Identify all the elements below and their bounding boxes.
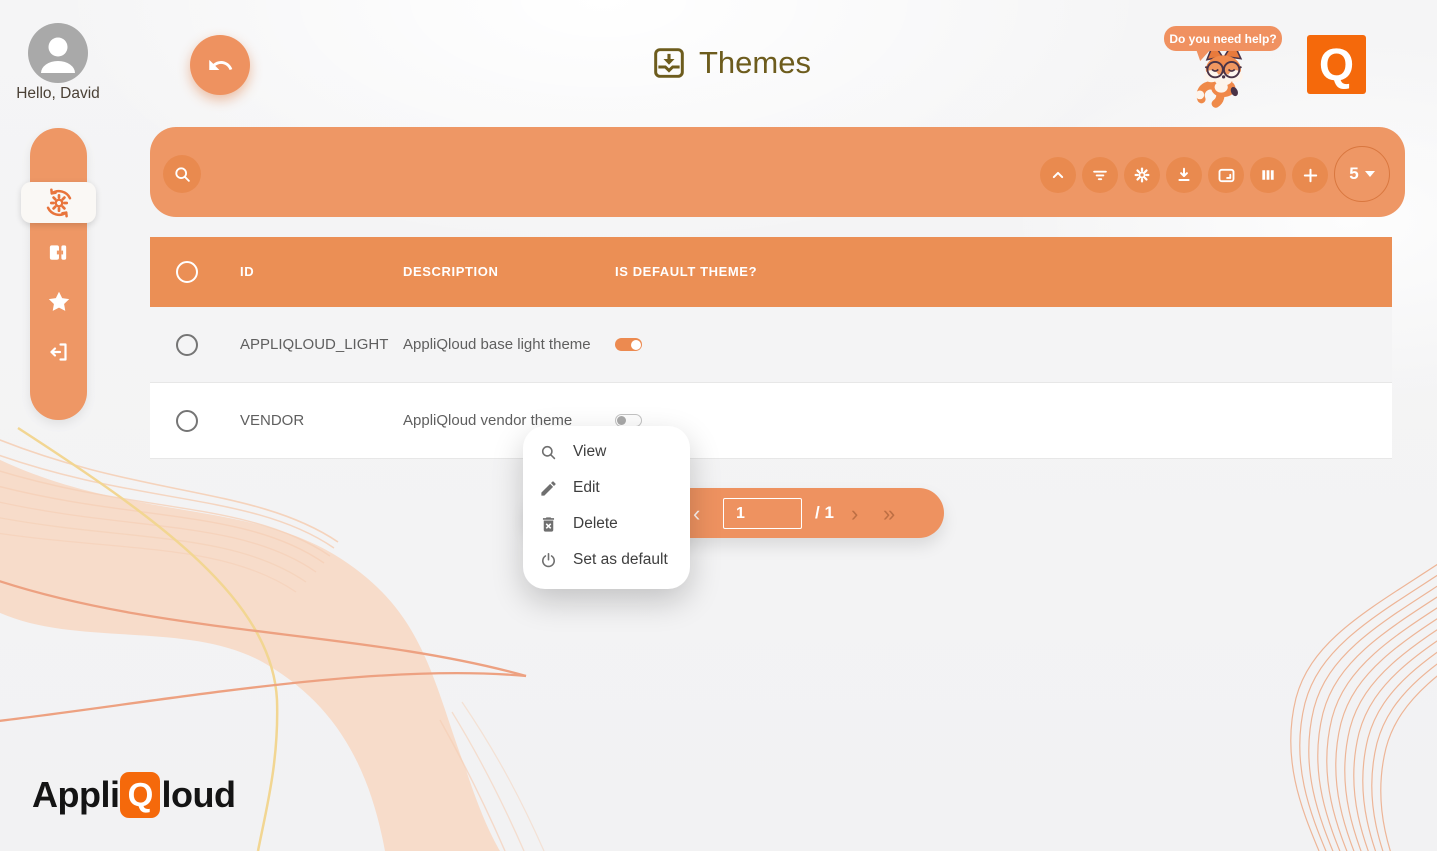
undo-icon — [207, 52, 234, 79]
logo-q-badge: Q — [120, 772, 160, 818]
settings-button[interactable] — [1124, 157, 1160, 193]
row-id: VENDOR — [240, 383, 304, 459]
menu-item-label: Delete — [573, 515, 618, 533]
brand-q-logo: Q — [1307, 35, 1366, 94]
page-number-input[interactable] — [723, 498, 802, 529]
chevron-up-icon — [1048, 165, 1068, 185]
page-title-text: Themes — [699, 45, 811, 81]
is-default-toggle-on[interactable] — [615, 338, 642, 351]
trash-icon — [539, 515, 558, 534]
search-button[interactable] — [163, 155, 201, 193]
appliqloud-logo: Appli Q loud — [32, 772, 235, 818]
star-icon — [46, 289, 72, 315]
menu-item-label: View — [573, 443, 606, 461]
page-title: Themes — [652, 45, 811, 81]
search-icon — [539, 443, 558, 462]
download-icon — [1174, 165, 1194, 185]
menu-item-edit[interactable]: Edit — [523, 470, 690, 506]
row-context-menu: View Edit Delete Set as default — [523, 426, 690, 589]
columns-icon — [1258, 165, 1278, 185]
menu-item-label: Edit — [573, 479, 600, 497]
search-icon — [172, 164, 193, 185]
menu-item-set-default[interactable]: Set as default — [523, 542, 690, 578]
table-row[interactable]: APPLIQLOUD_LIGHT AppliQloud base light t… — [150, 307, 1392, 383]
select-all-radio[interactable] — [176, 261, 198, 283]
next-page-icon[interactable]: › — [851, 488, 858, 538]
brand-q-letter: Q — [1319, 39, 1354, 91]
table-toolbar: 5 — [150, 127, 1405, 217]
collapse-button[interactable] — [1040, 157, 1076, 193]
column-header-is-default: IS DEFAULT THEME? — [615, 237, 757, 307]
pencil-icon — [539, 479, 558, 498]
sidebar-item-logout[interactable] — [30, 328, 87, 376]
row-description: AppliQloud base light theme — [403, 307, 591, 383]
sidebar-item-favorites[interactable] — [30, 278, 87, 326]
user-greeting: Hello, David — [10, 85, 106, 103]
columns-button[interactable] — [1250, 157, 1286, 193]
gear-icon — [1132, 165, 1152, 185]
fit-screen-icon — [1216, 165, 1237, 186]
app-window: Hello, David Themes Do you need help? — [0, 0, 1437, 851]
sync-gear-icon — [43, 187, 75, 219]
row-id: APPLIQLOUD_LIGHT — [240, 307, 388, 383]
row-radio[interactable] — [176, 410, 198, 432]
last-page-icon[interactable]: » — [883, 488, 895, 538]
table-header: ID DESCRIPTION IS DEFAULT THEME? — [150, 237, 1392, 307]
filter-icon — [1090, 165, 1110, 185]
person-icon — [28, 23, 88, 83]
menu-item-label: Set as default — [573, 551, 668, 569]
previous-page-icon[interactable]: ‹ — [693, 488, 700, 538]
filter-button[interactable] — [1082, 157, 1118, 193]
plus-icon — [1300, 165, 1321, 186]
logo-text-post: loud — [161, 774, 235, 816]
page-size-dropdown[interactable]: 5 — [1334, 146, 1390, 202]
menu-item-view[interactable]: View — [523, 434, 690, 470]
sidebar-item-settings-active[interactable] — [21, 182, 96, 223]
help-bubble-text: Do you need help? — [1169, 32, 1276, 46]
table-row[interactable]: VENDOR AppliQloud vendor theme — [150, 383, 1392, 459]
help-bubble[interactable]: Do you need help? — [1164, 26, 1282, 51]
page-size-value: 5 — [1349, 164, 1358, 184]
cards-icon — [47, 241, 70, 264]
themes-icon — [652, 46, 686, 80]
logo-text-pre: Appli — [32, 774, 119, 816]
sidebar — [30, 128, 87, 420]
user-avatar[interactable] — [28, 23, 88, 83]
sidebar-item-cards[interactable] — [30, 228, 87, 276]
total-pages-label: / 1 — [815, 488, 834, 538]
back-button[interactable] — [190, 35, 250, 95]
add-button[interactable] — [1292, 157, 1328, 193]
fit-screen-button[interactable] — [1208, 157, 1244, 193]
exit-icon — [47, 340, 71, 364]
power-icon — [539, 551, 558, 570]
chevron-down-icon — [1365, 171, 1375, 177]
column-header-id: ID — [240, 237, 254, 307]
row-radio[interactable] — [176, 334, 198, 356]
menu-item-delete[interactable]: Delete — [523, 506, 690, 542]
column-header-description: DESCRIPTION — [403, 237, 498, 307]
download-button[interactable] — [1166, 157, 1202, 193]
